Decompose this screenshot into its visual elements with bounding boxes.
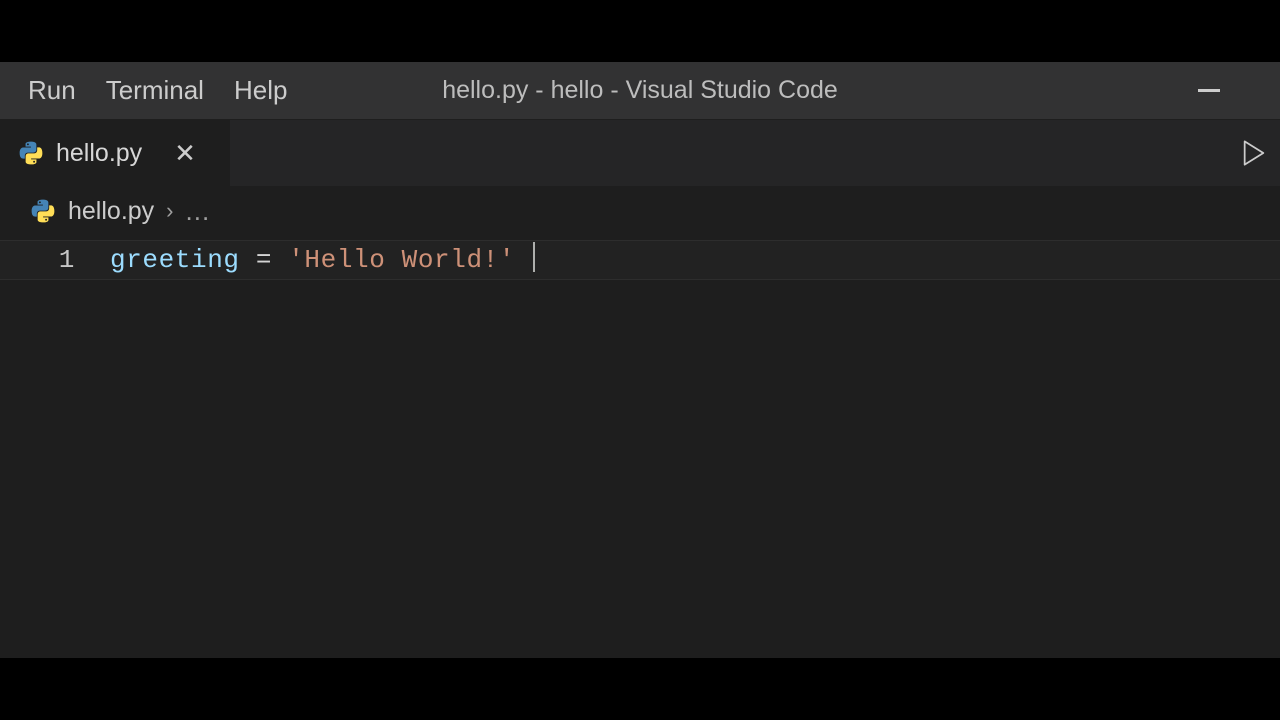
python-file-icon	[18, 140, 44, 166]
menu-run[interactable]: Run	[28, 75, 76, 106]
run-button[interactable]	[1242, 139, 1266, 167]
vscode-window: Run Terminal Help hello.py - hello - Vis…	[0, 62, 1280, 658]
token-variable: greeting	[110, 245, 240, 275]
tab-bar: hello.py ✕	[0, 120, 1280, 186]
token-operator: =	[240, 245, 289, 275]
token-string: 'Hello World!'	[288, 245, 515, 275]
breadcrumb[interactable]: hello.py › ...	[0, 186, 1280, 236]
code-editor[interactable]: 1 greeting = 'Hello World!'	[0, 236, 1280, 658]
line-number: 1	[0, 240, 75, 280]
breadcrumb-ellipsis[interactable]: ...	[186, 196, 211, 227]
tab-label: hello.py	[56, 139, 142, 168]
menu-help[interactable]: Help	[234, 75, 287, 106]
close-icon[interactable]: ✕	[174, 140, 196, 166]
menu-bar: Run Terminal Help	[0, 75, 287, 106]
minimize-icon[interactable]	[1198, 89, 1220, 92]
text-cursor	[533, 242, 535, 272]
python-file-icon	[30, 198, 56, 224]
menu-terminal[interactable]: Terminal	[106, 75, 204, 106]
tab-hello-py[interactable]: hello.py ✕	[0, 120, 230, 186]
window-controls	[1198, 62, 1220, 119]
line-gutter: 1	[0, 236, 110, 658]
title-bar: Run Terminal Help hello.py - hello - Vis…	[0, 62, 1280, 120]
code-line-1[interactable]: greeting = 'Hello World!'	[110, 240, 1280, 280]
breadcrumb-file[interactable]: hello.py	[68, 197, 154, 226]
code-area[interactable]: greeting = 'Hello World!'	[110, 236, 1280, 658]
chevron-right-icon: ›	[166, 198, 173, 224]
